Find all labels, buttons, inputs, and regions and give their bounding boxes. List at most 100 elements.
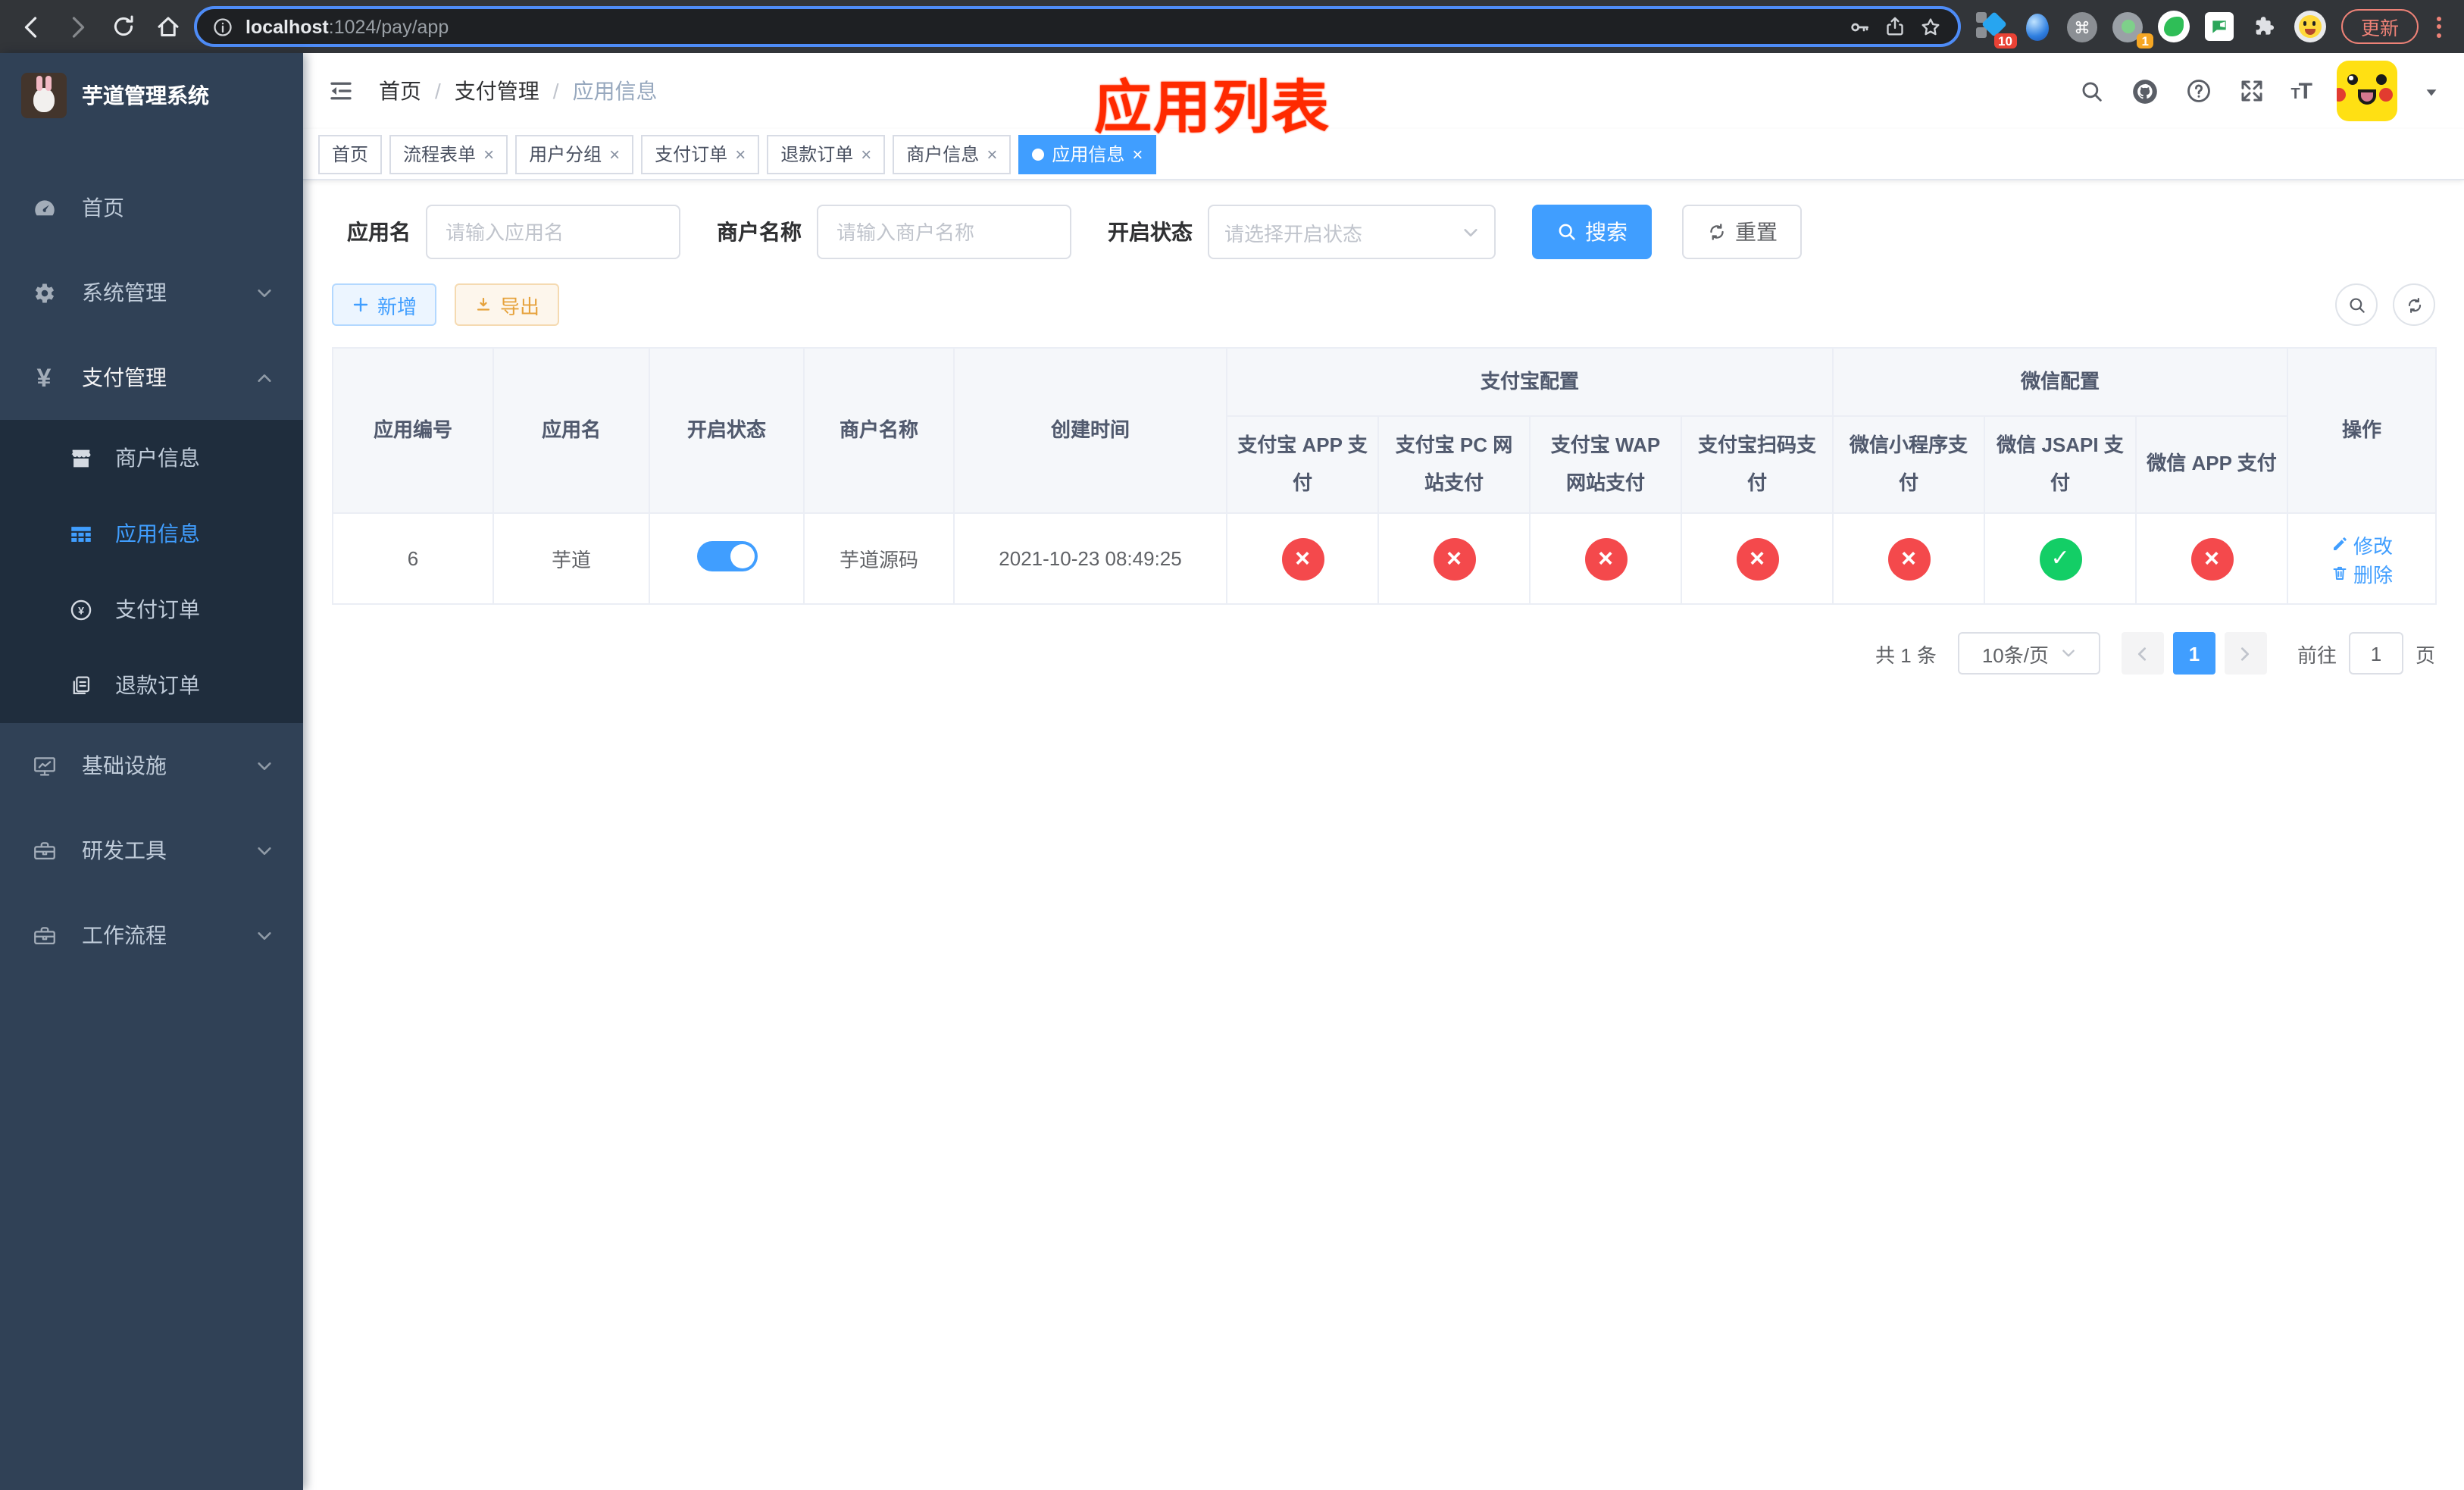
status-toggle[interactable] — [696, 541, 757, 571]
bookmark-extension-icon[interactable]: 10 — [1975, 11, 2017, 49]
site-info-icon[interactable] — [212, 16, 233, 37]
forward-icon[interactable] — [58, 7, 97, 46]
sidebar-item-dev-tools[interactable]: 研发工具 — [0, 808, 303, 893]
edit-link[interactable]: 修改 — [2331, 530, 2393, 559]
status-select[interactable]: 请选择开启状态 — [1208, 205, 1496, 259]
sidebar-collapse-icon[interactable] — [327, 77, 355, 105]
next-page-button[interactable] — [2224, 632, 2267, 675]
avatar-caret-icon[interactable] — [2423, 83, 2440, 99]
close-icon[interactable]: × — [861, 145, 871, 163]
profile-emoji-icon[interactable] — [2294, 11, 2326, 42]
closed-status-icon — [2190, 537, 2234, 580]
extensions-puzzle-icon[interactable] — [2249, 11, 2281, 42]
header-search-icon[interactable] — [2078, 78, 2104, 104]
chevron-down-icon — [256, 842, 273, 859]
close-icon[interactable]: × — [987, 145, 997, 163]
merchant-name-input[interactable] — [817, 205, 1071, 259]
fullscreen-icon[interactable] — [2237, 77, 2265, 105]
goto-label: 前往 — [2297, 643, 2337, 666]
sidebar-item-label: 支付订单 — [115, 597, 200, 621]
sidebar-item-refund-orders[interactable]: 退款订单 — [0, 647, 303, 723]
share-icon[interactable] — [1884, 15, 1906, 38]
page-number-button[interactable]: 1 — [2172, 632, 2215, 675]
yen-circle-icon: ¥ — [67, 596, 94, 622]
password-key-icon[interactable] — [1847, 14, 1871, 39]
sidebar-item-pay-orders[interactable]: ¥ 支付订单 — [0, 571, 303, 647]
search-button[interactable]: 搜索 — [1532, 205, 1652, 259]
sidebar-item-merchant-info[interactable]: 商户信息 — [0, 420, 303, 496]
url-bar[interactable]: localhost:1024/pay/app — [194, 6, 1961, 47]
sidebar-item-label: 基础设施 — [82, 753, 167, 778]
plus-icon — [353, 297, 368, 312]
tab-pay-orders[interactable]: 支付订单 × — [641, 134, 760, 174]
command-extension-icon[interactable] — [2067, 11, 2099, 42]
sidebar-item-home[interactable]: 首页 — [0, 165, 303, 250]
home-icon[interactable] — [149, 7, 188, 46]
breadcrumb-separator: / — [552, 79, 559, 103]
closed-status-icon — [1281, 537, 1324, 580]
gear-icon — [30, 280, 58, 305]
sidebar-logo[interactable]: 芋道管理系统 — [0, 53, 303, 138]
back-icon[interactable] — [12, 7, 52, 46]
reset-button[interactable]: 重置 — [1682, 205, 1802, 259]
col-wechat-mini: 微信小程序支付 — [1832, 415, 1986, 514]
sidebar-item-infrastructure[interactable]: 基础设施 — [0, 723, 303, 808]
page-size-value: 10条/页 — [1981, 643, 2049, 666]
export-button[interactable]: 导出 — [455, 283, 560, 326]
col-app-name: 应用名 — [492, 347, 650, 514]
col-wechat-jsapi: 微信 JSAPI 支付 — [1984, 415, 2137, 514]
tab-refund-orders[interactable]: 退款订单 × — [767, 134, 886, 174]
page-size-select[interactable]: 10条/页 — [1957, 632, 2100, 675]
help-icon[interactable] — [2184, 77, 2212, 105]
cell-alipay-qr — [1680, 512, 1834, 605]
tab-home[interactable]: 首页 — [318, 134, 383, 174]
sidebar-item-app-info[interactable]: 应用信息 — [0, 496, 303, 571]
bookmark-star-icon[interactable] — [1918, 14, 1943, 39]
browser-menu-icon[interactable] — [2425, 13, 2452, 40]
delete-link-label: 删除 — [2353, 563, 2394, 586]
tab-app-info[interactable]: 应用信息 × — [1018, 134, 1157, 174]
goto-page-input[interactable] — [2348, 632, 2403, 675]
url-text[interactable]: localhost:1024/pay/app — [245, 16, 1835, 37]
github-icon[interactable] — [2130, 77, 2159, 105]
tab-process-form[interactable]: 流程表单 × — [389, 134, 508, 174]
toggle-search-button[interactable] — [2335, 283, 2378, 326]
reload-icon[interactable] — [103, 7, 142, 46]
extension-badge: 10 — [1993, 33, 2017, 49]
yuque-extension-icon[interactable] — [2157, 11, 2190, 42]
pagination: 共 1 条 10条/页 1 前往 1 页 — [332, 632, 2435, 675]
chat-extension-icon[interactable] — [2203, 11, 2235, 42]
close-icon[interactable]: × — [609, 145, 620, 163]
tab-label: 流程表单 — [403, 144, 477, 165]
navbar-actions: TT — [2078, 61, 2440, 121]
close-icon[interactable]: × — [483, 145, 494, 163]
tab-merchant-info[interactable]: 商户信息 × — [893, 134, 1012, 174]
font-size-icon[interactable]: TT — [2290, 78, 2312, 104]
delete-link[interactable]: 删除 — [2331, 559, 2393, 587]
sidebar-item-payment[interactable]: ¥ 支付管理 — [0, 335, 303, 420]
sidebar-item-workflow[interactable]: 工作流程 — [0, 893, 303, 978]
prev-page-button[interactable] — [2121, 632, 2164, 675]
sidebar-item-system[interactable]: 系统管理 — [0, 250, 303, 335]
cell-alipay-wap — [1529, 512, 1682, 605]
sidebar-item-label: 应用信息 — [115, 521, 200, 546]
recorder-extension-icon[interactable]: 1 — [2112, 11, 2153, 49]
chrome-update-button[interactable]: 更新 — [2340, 9, 2419, 44]
balloon-extension-icon[interactable] — [2022, 11, 2053, 42]
user-avatar[interactable] — [2337, 61, 2397, 121]
col-group-alipay: 支付宝配置 — [1225, 347, 1834, 417]
tab-user-group[interactable]: 用户分组 × — [515, 134, 634, 174]
add-button[interactable]: 新增 — [332, 283, 437, 326]
active-tab-dot — [1032, 148, 1045, 160]
pencil-icon — [2334, 537, 2347, 550]
app-name-input[interactable] — [426, 205, 680, 259]
url-host: localhost — [245, 16, 329, 37]
status-select-placeholder: 请选择开启状态 — [1224, 222, 1363, 245]
top-navbar: 首页 / 支付管理 / 应用信息 应用列表 TT — [303, 53, 2464, 141]
breadcrumb-home[interactable]: 首页 — [379, 76, 421, 106]
close-icon[interactable]: × — [735, 145, 746, 163]
chevron-up-icon — [256, 369, 273, 386]
close-icon[interactable]: × — [1132, 145, 1143, 163]
refresh-table-button[interactable] — [2393, 283, 2435, 326]
breadcrumb-payment[interactable]: 支付管理 — [455, 76, 539, 106]
